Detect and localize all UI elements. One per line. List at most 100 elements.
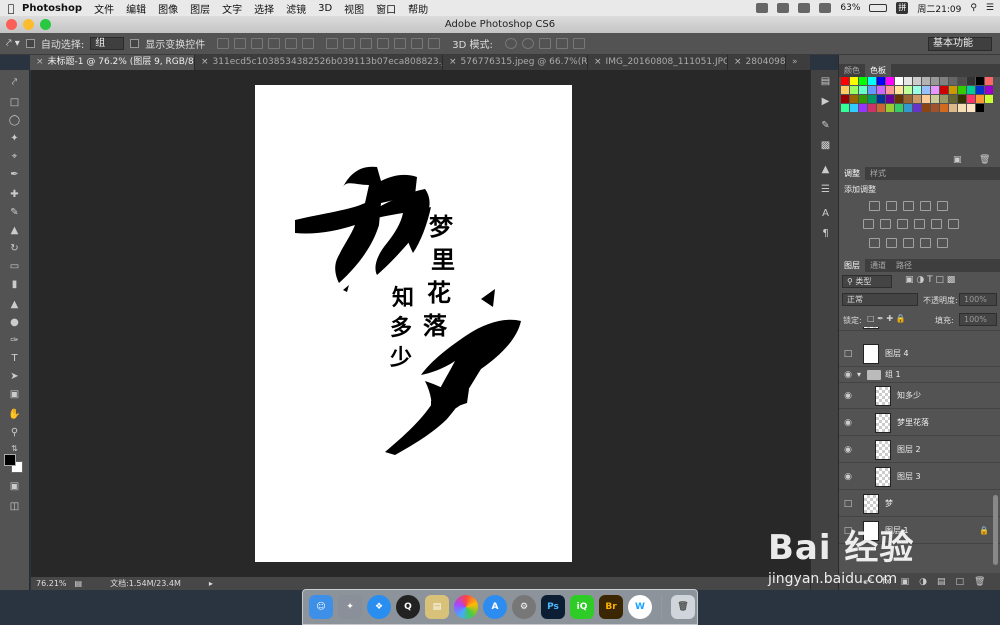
scale-3d-icon[interactable] (572, 38, 585, 49)
color-swatch[interactable] (877, 86, 885, 94)
color-swatch[interactable] (976, 104, 984, 112)
clock[interactable]: 周二21:09 (917, 2, 961, 15)
color-lookup-icon[interactable] (948, 219, 959, 229)
healing-brush-tool-icon[interactable]: ✚ (7, 188, 22, 201)
color-swatch[interactable] (904, 104, 912, 112)
new-swatch-icon[interactable]: ▣ (953, 155, 962, 165)
color-swatch[interactable] (868, 86, 876, 94)
workspace-switcher[interactable]: 基本功能 (928, 37, 992, 51)
align-vcenter-icon[interactable] (234, 38, 247, 49)
dock-bridge[interactable]: Br (599, 595, 623, 619)
auto-select-dropdown[interactable]: 组 (90, 37, 125, 50)
tab-styles[interactable]: 样式 (865, 167, 891, 180)
hand-tool-icon[interactable]: ✋ (7, 408, 22, 421)
vibrance-icon[interactable] (937, 201, 948, 211)
window-zoom-button[interactable] (40, 19, 51, 30)
color-swatch[interactable] (841, 104, 849, 112)
app-menu[interactable]: Photoshop (22, 3, 82, 14)
status-menu-arrow-icon[interactable]: ▸ (209, 577, 213, 590)
exposure-icon[interactable] (920, 201, 931, 211)
move-tool-icon[interactable]: ⤤ (7, 76, 22, 89)
properties-icon[interactable]: ☰ (819, 184, 832, 195)
quick-mask-icon[interactable]: ▣ (7, 480, 22, 493)
color-swatch[interactable] (859, 95, 867, 103)
lasso-tool-icon[interactable]: ◯ (7, 114, 22, 127)
color-swatch[interactable] (967, 104, 975, 112)
color-swatch[interactable] (895, 77, 903, 85)
tab-swatches[interactable]: 色板 (865, 64, 891, 77)
align-left-icon[interactable] (268, 38, 281, 49)
color-swatch[interactable] (967, 77, 975, 85)
doc-tab[interactable]: × 311ecd5c10385343​82526b039113b07eca8088… (195, 55, 443, 70)
channel-mixer-icon[interactable] (931, 219, 942, 229)
wifi-icon[interactable] (819, 3, 832, 13)
apple-icon[interactable]:  (0, 2, 22, 15)
tab-close-icon[interactable]: × (449, 57, 457, 67)
group-expand-icon[interactable]: ▾ (857, 370, 861, 379)
color-swatch[interactable] (931, 77, 939, 85)
menu-image[interactable]: 图像 (158, 1, 178, 16)
dock-iqiyi[interactable]: iQ (570, 595, 594, 619)
color-swatch[interactable] (940, 95, 948, 103)
menu-type[interactable]: 文字 (222, 1, 242, 16)
color-swatch[interactable] (931, 104, 939, 112)
dock-photoshop[interactable]: Ps (541, 595, 565, 619)
doc-tab[interactable]: × 2804098 (728, 55, 786, 70)
color-swatch[interactable] (967, 95, 975, 103)
distribute-left-icon[interactable] (377, 38, 390, 49)
color-swatch[interactable] (940, 86, 948, 94)
doc-tab[interactable]: ×576776315.jpeg @ 66.7%(RG... (443, 55, 588, 70)
brush-tool-icon[interactable]: ✎ (7, 206, 22, 219)
color-swatch[interactable] (949, 86, 957, 94)
opacity-field[interactable]: 100% (959, 293, 997, 306)
threshold-icon[interactable] (903, 238, 914, 248)
gradient-map-icon[interactable] (920, 238, 931, 248)
marquee-tool-icon[interactable]: □ (7, 96, 22, 109)
doc-tab-active[interactable]: × 未标题-1 @ 76.2% (图层 9, RGB/8) * (30, 55, 195, 70)
photo-filter-icon[interactable] (914, 219, 925, 229)
color-swatch[interactable] (868, 77, 876, 85)
visibility-eye-icon[interactable]: ◉ (841, 472, 855, 482)
color-swatch[interactable] (922, 86, 930, 94)
brush-panel-icon[interactable]: ✎ (819, 120, 832, 131)
pan-3d-icon[interactable] (538, 38, 551, 49)
color-swatch[interactable] (841, 86, 849, 94)
window-minimize-button[interactable] (23, 19, 34, 30)
color-swatch[interactable] (904, 95, 912, 103)
color-swatch[interactable] (922, 95, 930, 103)
layer-row[interactable]: ◉ 图层 2 (839, 437, 1000, 463)
tab-close-icon[interactable]: × (36, 57, 44, 67)
tab-color[interactable]: 颜色 (839, 64, 865, 77)
color-swatch[interactable] (850, 86, 858, 94)
color-swatch[interactable] (850, 95, 858, 103)
color-swatch[interactable] (886, 95, 894, 103)
screen-mode-icon[interactable]: ◫ (7, 500, 22, 513)
dock-system-preferences[interactable]: ⚙ (512, 595, 536, 619)
color-swatch[interactable] (976, 95, 984, 103)
layers-scrollbar[interactable] (993, 495, 998, 565)
input-method-icon[interactable]: 拼 (896, 2, 909, 14)
color-swatch[interactable] (940, 104, 948, 112)
color-swatch[interactable] (868, 95, 876, 103)
notification-center-icon[interactable]: ☰ (986, 3, 994, 13)
paragraph-panel-icon[interactable]: ¶ (819, 228, 832, 239)
foreground-color-swatch[interactable] (4, 454, 16, 466)
visibility-eye-icon[interactable]: ◉ (841, 370, 855, 380)
color-swatch[interactable] (913, 86, 921, 94)
bluetooth-icon[interactable] (798, 3, 811, 13)
move-tool-preset-icon[interactable]: ⤤ ▾ (6, 38, 20, 49)
align-bottom-icon[interactable] (251, 38, 264, 49)
color-swatch[interactable] (976, 86, 984, 94)
eyedropper-tool-icon[interactable]: ✒ (7, 168, 22, 181)
color-swatch[interactable] (877, 104, 885, 112)
align-hcenter-icon[interactable] (285, 38, 298, 49)
black-white-icon[interactable] (897, 219, 908, 229)
menu-3d[interactable]: 3D (318, 3, 332, 14)
type-tool-icon[interactable]: T (7, 352, 22, 365)
brightness-icon[interactable] (869, 201, 880, 211)
align-right-icon[interactable] (302, 38, 315, 49)
color-swatch[interactable] (940, 77, 948, 85)
color-swatch[interactable] (922, 104, 930, 112)
history-panel-icon[interactable]: ▤ (819, 76, 832, 87)
color-swatch[interactable] (985, 77, 993, 85)
